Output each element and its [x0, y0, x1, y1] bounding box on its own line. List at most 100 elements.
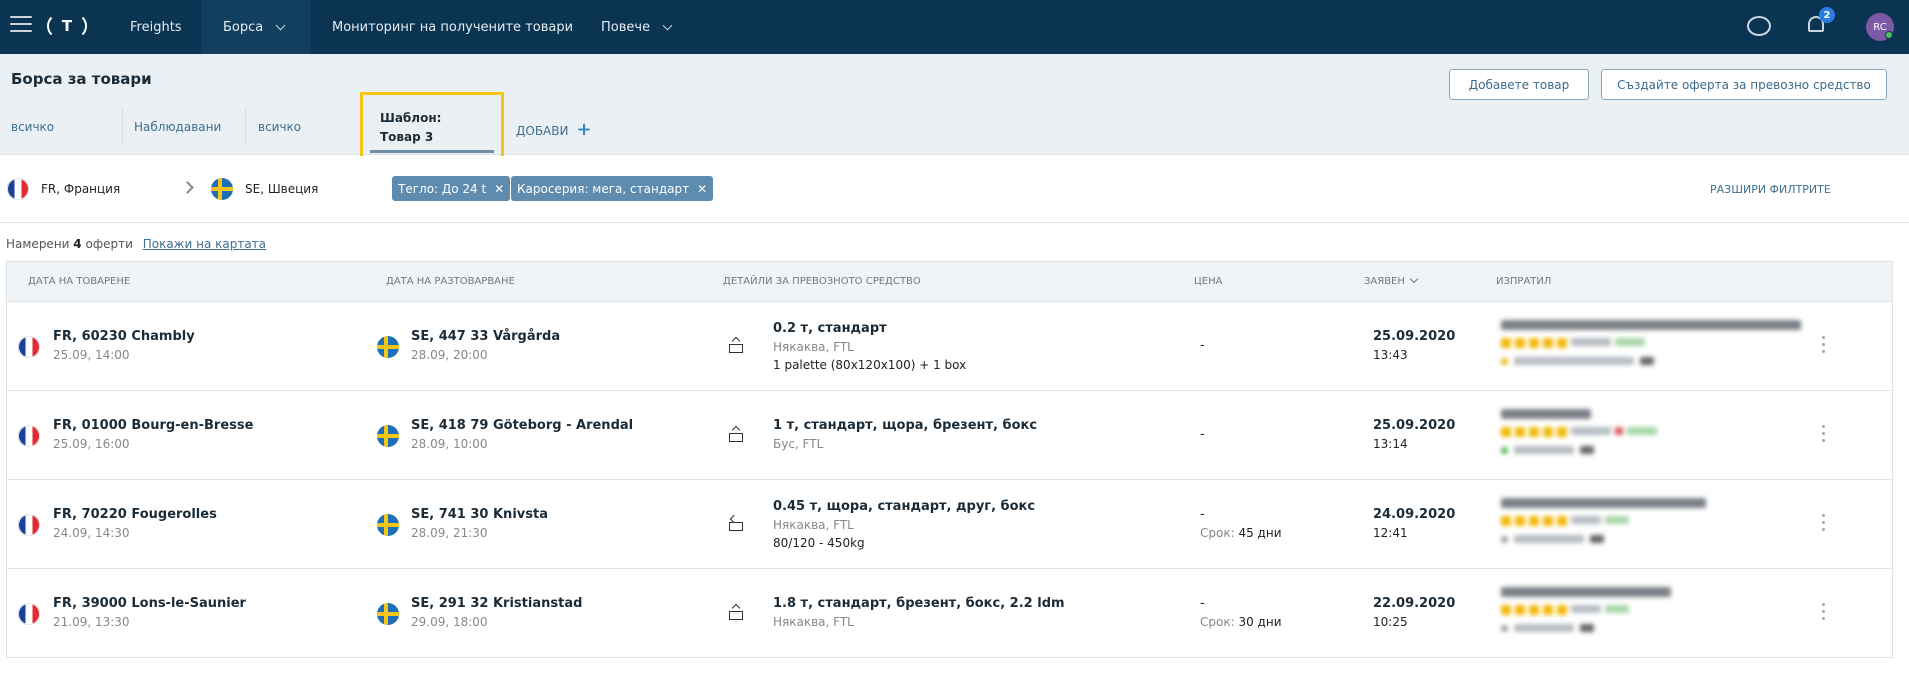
tab-divider — [245, 108, 246, 146]
unload-place: SE, 741 30 Knivsta — [411, 507, 548, 522]
col-load-date[interactable]: ДАТА НА ТОВАРЕНЕ — [28, 276, 130, 287]
france-flag-icon — [18, 514, 40, 536]
add-cargo-button[interactable]: Добавете товар — [1449, 69, 1589, 100]
term-value: 45 дни — [1238, 526, 1282, 540]
tab-all[interactable]: всичко — [11, 120, 54, 134]
results-count: Намерени 4 оферти Покажи на картата — [6, 237, 266, 251]
sweden-flag-icon — [377, 603, 399, 625]
nav-more[interactable]: Повече — [601, 0, 673, 54]
cargo-description: 80/120 - 450kg — [773, 536, 865, 550]
unload-date: 28.09, 10:00 — [411, 437, 488, 451]
tab-template[interactable]: Шаблон: Товар 3 — [380, 109, 441, 147]
load-date: 25.09, 16:00 — [53, 437, 130, 451]
table-row[interactable]: FR, 39000 Lons-le-Saunier 21.09, 13:30 S… — [7, 569, 1892, 658]
results-number: 4 — [73, 237, 82, 251]
payment-term: Срок: 45 дни — [1200, 526, 1282, 540]
menu-icon[interactable] — [10, 16, 32, 34]
col-unload-date[interactable]: ДАТА НА РАЗТОВАРВАНЕ — [386, 276, 515, 287]
show-on-map-link[interactable]: Покажи на картата — [143, 237, 266, 251]
close-icon[interactable]: ✕ — [494, 182, 504, 196]
table-row[interactable]: FR, 70220 Fougerolles 24.09, 14:30 SE, 7… — [7, 480, 1892, 569]
price: - — [1200, 507, 1205, 522]
tab-watched[interactable]: Наблюдавани — [134, 120, 221, 134]
col-vehicle[interactable]: ДЕТАЙЛИ ЗА ПРЕВОЗНОТО СРЕДСТВО — [723, 276, 921, 287]
price: - — [1200, 596, 1205, 611]
create-vehicle-offer-button[interactable]: Създайте оферта за превозно средство — [1601, 69, 1887, 100]
filter-chip-body[interactable]: Каросерия: мега, стандарт ✕ — [511, 176, 714, 201]
unload-place: SE, 447 33 Vårgårda — [411, 329, 561, 344]
chip-label: Каросерия: мега, стандарт — [517, 181, 690, 196]
sweden-flag-icon — [377, 425, 399, 447]
term-value: 30 дни — [1238, 615, 1282, 629]
active-tab-indicator — [370, 150, 494, 153]
col-posted[interactable]: ЗАЯВЕН — [1364, 274, 1419, 287]
nav-exchange[interactable]: Борса — [201, 0, 311, 54]
col-posted-label: ЗАЯВЕН — [1364, 276, 1405, 287]
vehicle-type: Бус, FTL — [773, 437, 824, 451]
more-options-icon[interactable] — [1822, 336, 1826, 354]
posted-time: 13:43 — [1373, 348, 1408, 362]
unload-date: 28.09, 20:00 — [411, 348, 488, 362]
vehicle-details: 1 т, стандарт, щора, брезент, бокс — [773, 418, 1038, 433]
chat-icon[interactable] — [1747, 16, 1771, 36]
cargo-description: 1 palette (80x120x100) + 1 box — [773, 358, 967, 372]
logo[interactable]: T — [47, 13, 87, 39]
unload-place: SE, 418 79 Göteborg - Arendal — [411, 418, 634, 433]
cargo-unload-icon — [728, 514, 744, 532]
table-row[interactable]: FR, 60230 Chambly 25.09, 14:00 SE, 447 3… — [7, 302, 1892, 391]
page-title: Борса за товари — [11, 70, 152, 88]
sender-info-blurred — [1501, 409, 1657, 454]
vehicle-type: Някаква, FTL — [773, 615, 854, 629]
add-tab-button[interactable]: ДОБАВИ + — [516, 119, 592, 140]
filter-chip-weight[interactable]: Тегло: До 24 t ✕ — [392, 176, 511, 201]
table-row[interactable]: FR, 01000 Bourg-en-Bresse 25.09, 16:00 S… — [7, 391, 1892, 480]
payment-term: Срок: 30 дни — [1200, 615, 1282, 629]
plus-icon: + — [576, 119, 592, 140]
more-options-icon[interactable] — [1822, 514, 1826, 532]
tab-divider — [122, 108, 123, 146]
nav-freights-label: Freights — [130, 19, 182, 35]
vehicle-details: 0.2 т, стандарт — [773, 321, 887, 336]
filter-origin[interactable]: FR, Франция — [41, 182, 120, 196]
table-header: ДАТА НА ТОВАРЕНЕ ДАТА НА РАЗТОВАРВАНЕ ДЕ… — [7, 262, 1892, 302]
nav-exchange-label: Борса — [223, 19, 264, 35]
price: - — [1200, 427, 1205, 442]
nav-freights[interactable]: Freights — [110, 0, 202, 54]
tab-template-label: Шаблон: — [380, 111, 442, 125]
posted-date: 25.09.2020 — [1373, 418, 1456, 433]
term-label: Срок: — [1200, 615, 1235, 629]
vehicle-details: 0.45 т, щора, стандарт, друг, бокс — [773, 499, 1036, 514]
term-label: Срок: — [1200, 526, 1235, 540]
more-options-icon[interactable] — [1822, 425, 1826, 443]
france-flag-icon — [18, 603, 40, 625]
france-flag-icon — [7, 178, 29, 200]
top-navigation: T Freights Борса Мониторинг на полученит… — [0, 0, 1909, 54]
vehicle-type: Някаква, FTL — [773, 340, 854, 354]
close-icon[interactable]: ✕ — [697, 182, 707, 196]
sender-info-blurred — [1501, 320, 1801, 365]
filter-destination[interactable]: SE, Швеция — [245, 182, 318, 196]
expand-filters-link[interactable]: РАЗШИРИ ФИЛТРИТЕ — [1710, 183, 1831, 196]
tab-all-2[interactable]: всичко — [258, 120, 301, 134]
france-flag-icon — [18, 425, 40, 447]
col-sender[interactable]: ИЗПРАТИЛ — [1496, 276, 1551, 287]
load-place: FR, 01000 Bourg-en-Bresse — [53, 418, 254, 433]
posted-date: 22.09.2020 — [1373, 596, 1456, 611]
chip-label: Тегло: До 24 t — [398, 181, 487, 196]
more-options-icon[interactable] — [1822, 603, 1826, 621]
posted-time: 10:25 — [1373, 615, 1408, 629]
sender-info-blurred — [1501, 587, 1671, 632]
load-date: 25.09, 14:00 — [53, 348, 130, 362]
cargo-load-icon — [728, 336, 744, 354]
unload-date: 28.09, 21:30 — [411, 526, 488, 540]
posted-date: 25.09.2020 — [1373, 329, 1456, 344]
nav-monitoring[interactable]: Мониторинг на получените товари — [332, 0, 573, 54]
results-suffix: оферти — [85, 237, 133, 251]
tab-template-name: Товар 3 — [380, 130, 434, 144]
load-place: FR, 60230 Chambly — [53, 329, 195, 344]
results-prefix: Намерени — [6, 237, 70, 251]
sender-info-blurred — [1501, 498, 1706, 543]
unload-place: SE, 291 32 Kristianstad — [411, 596, 583, 611]
col-price[interactable]: ЦЕНА — [1194, 276, 1222, 287]
notification-badge: 2 — [1819, 7, 1835, 23]
